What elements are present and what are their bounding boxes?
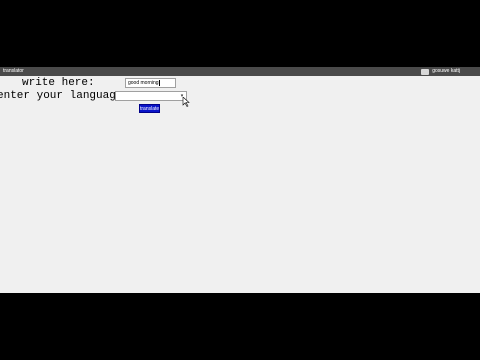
text-caret bbox=[158, 79, 160, 86]
text-input-value: good morning bbox=[128, 80, 159, 86]
user-area[interactable]: gosuwe kattj bbox=[421, 67, 460, 76]
app-window: translator gosuwe kattj write here: good… bbox=[0, 67, 480, 293]
mouse-pointer-icon bbox=[182, 97, 190, 107]
text-input[interactable]: good morning bbox=[125, 78, 176, 88]
form-area: write here: good morning enter your lang… bbox=[0, 76, 480, 293]
screen: translator gosuwe kattj write here: good… bbox=[0, 0, 480, 360]
title-bar: translator gosuwe kattj bbox=[0, 67, 480, 76]
window-title: translator bbox=[3, 68, 24, 74]
translate-button[interactable]: translate bbox=[139, 104, 160, 113]
write-here-label: write here: bbox=[22, 77, 95, 89]
user-name: gosuwe kattj bbox=[432, 68, 460, 74]
language-label: enter your language bbox=[0, 90, 123, 102]
language-select[interactable]: ▾ bbox=[115, 91, 187, 101]
user-icon bbox=[421, 68, 430, 75]
